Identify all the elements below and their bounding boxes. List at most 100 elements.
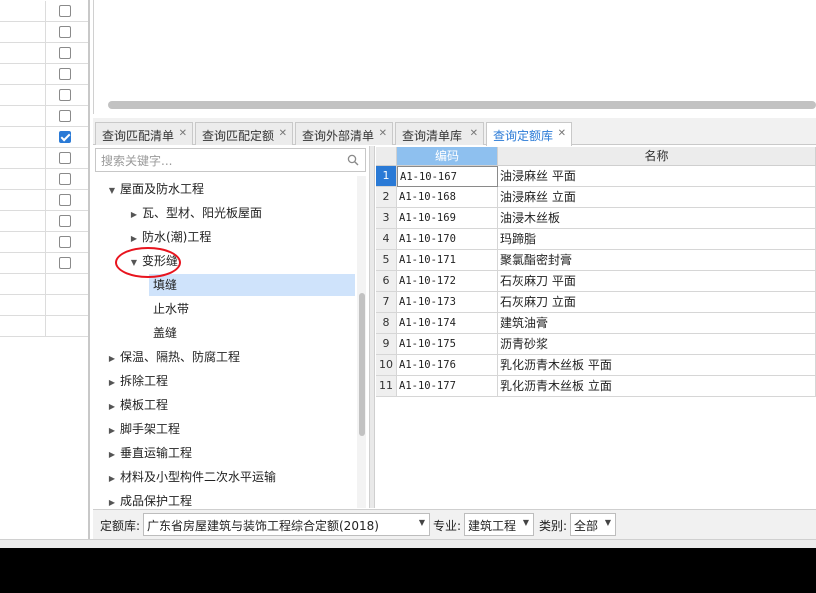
tab-external-list[interactable]: 查询外部清单 ✕ (295, 122, 393, 145)
checkbox[interactable] (59, 89, 71, 101)
chevron-right-icon[interactable]: ▶ (107, 372, 117, 394)
chevron-right-icon[interactable]: ▶ (129, 204, 139, 226)
cell-name[interactable]: 石灰麻刀 立面 (498, 292, 816, 313)
table-row[interactable] (0, 169, 88, 190)
cell-code[interactable]: A1-10-168 (397, 187, 498, 208)
cell-name[interactable]: 油浸麻丝 平面 (498, 166, 816, 187)
tree-node[interactable]: ▶ 成品保护工程 (107, 490, 192, 508)
column-header-code[interactable]: 编码 (397, 147, 498, 166)
cell-code[interactable]: A1-10-167 (397, 166, 498, 187)
row-index[interactable]: 9 (376, 334, 397, 355)
cell-code[interactable]: A1-10-177 (397, 376, 498, 397)
row-index[interactable]: 11 (376, 376, 397, 397)
column-header-name[interactable]: 名称 (498, 147, 816, 166)
tab-quota-library[interactable]: 查询定额库 ✕ (486, 122, 572, 146)
table-row[interactable]: 10 A1-10-176 乳化沥青木丝板 平面 (376, 355, 816, 376)
checkbox[interactable] (59, 152, 71, 164)
tree-node[interactable]: ▼ 屋面及防水工程 (107, 178, 204, 200)
table-row[interactable] (0, 127, 88, 148)
table-row[interactable]: 7 A1-10-173 石灰麻刀 立面 (376, 292, 816, 313)
cell-code[interactable]: A1-10-172 (397, 271, 498, 292)
checkbox[interactable] (59, 47, 71, 59)
quota-library-select[interactable]: 广东省房屋建筑与装饰工程综合定额(2018) ▼ (143, 513, 430, 536)
table-row[interactable] (0, 253, 88, 274)
tree-node[interactable]: 填缝 (149, 274, 355, 296)
cell-name[interactable]: 建筑油膏 (498, 313, 816, 334)
cell-name[interactable]: 乳化沥青木丝板 平面 (498, 355, 816, 376)
table-row[interactable]: 1 A1-10-167 油浸麻丝 平面 (376, 166, 816, 187)
table-row[interactable]: 4 A1-10-170 玛蹄脂 (376, 229, 816, 250)
cell-name[interactable]: 石灰麻刀 平面 (498, 271, 816, 292)
row-index[interactable]: 3 (376, 208, 397, 229)
chevron-right-icon[interactable]: ▶ (107, 420, 117, 442)
table-row[interactable] (0, 1, 88, 22)
checkbox[interactable] (59, 257, 71, 269)
table-row[interactable] (0, 43, 88, 64)
cell-code[interactable]: A1-10-171 (397, 250, 498, 271)
table-row[interactable] (0, 295, 88, 316)
row-index[interactable]: 1 (376, 166, 397, 187)
tree-node[interactable]: 盖缝 (149, 322, 177, 344)
close-icon[interactable]: ✕ (470, 128, 478, 139)
tree-node[interactable]: ▶ 材料及小型构件二次水平运输 (107, 466, 276, 488)
row-index[interactable]: 5 (376, 250, 397, 271)
cell-code[interactable]: A1-10-175 (397, 334, 498, 355)
table-row[interactable] (0, 232, 88, 253)
row-index[interactable]: 2 (376, 187, 397, 208)
tree-node[interactable]: ▶ 防水(潮)工程 (129, 226, 211, 248)
table-row[interactable] (0, 148, 88, 169)
checkbox[interactable] (59, 110, 71, 122)
checkbox[interactable] (59, 236, 71, 248)
cell-name[interactable]: 乳化沥青木丝板 立面 (498, 376, 816, 397)
chevron-right-icon[interactable]: ▶ (107, 444, 117, 466)
row-index[interactable]: 7 (376, 292, 397, 313)
table-row[interactable] (0, 274, 88, 295)
major-select[interactable]: 建筑工程 ▼ (464, 513, 534, 536)
cell-code[interactable]: A1-10-174 (397, 313, 498, 334)
close-icon[interactable]: ✕ (179, 128, 187, 139)
tab-list-library[interactable]: 查询清单库 ✕ (395, 122, 484, 145)
table-row[interactable] (0, 85, 88, 106)
row-index[interactable]: 8 (376, 313, 397, 334)
close-icon[interactable]: ✕ (379, 128, 387, 139)
chevron-right-icon[interactable]: ▶ (107, 348, 117, 370)
tree-node[interactable]: ▶ 拆除工程 (107, 370, 168, 392)
table-row[interactable] (0, 106, 88, 127)
table-row[interactable] (0, 64, 88, 85)
search-icon[interactable] (347, 154, 359, 166)
cell-code[interactable]: A1-10-176 (397, 355, 498, 376)
checkbox[interactable] (59, 26, 71, 38)
horizontal-scrollbar[interactable] (108, 101, 816, 109)
tree-node[interactable]: 止水带 (149, 298, 189, 320)
table-row[interactable]: 11 A1-10-177 乳化沥青木丝板 立面 (376, 376, 816, 397)
cell-name[interactable]: 玛蹄脂 (498, 229, 816, 250)
search-input[interactable] (99, 152, 343, 170)
close-icon[interactable]: ✕ (279, 128, 287, 139)
table-row[interactable] (0, 211, 88, 232)
checkbox[interactable] (59, 194, 71, 206)
table-row[interactable] (0, 190, 88, 211)
checkbox[interactable] (59, 173, 71, 185)
table-row[interactable]: 2 A1-10-168 油浸麻丝 立面 (376, 187, 816, 208)
row-index[interactable]: 6 (376, 271, 397, 292)
table-row[interactable]: 9 A1-10-175 沥青砂浆 (376, 334, 816, 355)
category-select[interactable]: 全部 ▼ (570, 513, 616, 536)
cell-name[interactable]: 聚氯酯密封膏 (498, 250, 816, 271)
tab-match-list[interactable]: 查询匹配清单 ✕ (95, 122, 193, 145)
chevron-right-icon[interactable]: ▶ (107, 468, 117, 490)
cell-code[interactable]: A1-10-173 (397, 292, 498, 313)
checkbox[interactable] (59, 68, 71, 80)
cell-name[interactable]: 沥青砂浆 (498, 334, 816, 355)
checkbox[interactable] (59, 215, 71, 227)
table-row[interactable]: 6 A1-10-172 石灰麻刀 平面 (376, 271, 816, 292)
checkbox[interactable] (59, 5, 71, 17)
chevron-right-icon[interactable]: ▶ (107, 492, 117, 508)
cell-code[interactable]: A1-10-170 (397, 229, 498, 250)
tree-node[interactable]: ▶ 模板工程 (107, 394, 168, 416)
cell-name[interactable]: 油浸麻丝 立面 (498, 187, 816, 208)
tree-node[interactable]: ▶ 垂直运输工程 (107, 442, 192, 464)
chevron-down-icon[interactable]: ▼ (107, 180, 117, 202)
close-icon[interactable]: ✕ (558, 128, 566, 139)
tree-node[interactable]: ▶ 脚手架工程 (107, 418, 180, 440)
table-row[interactable]: 8 A1-10-174 建筑油膏 (376, 313, 816, 334)
